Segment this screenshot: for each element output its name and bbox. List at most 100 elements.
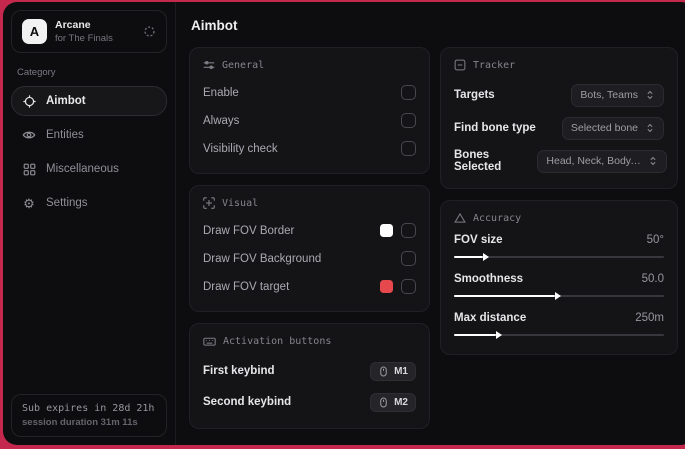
slider-fill <box>454 253 490 261</box>
sidebar-item-label: Miscellaneous <box>46 163 119 175</box>
smoothness-value: 50.0 <box>641 273 664 285</box>
visual-card: Visual Draw FOV Border Draw FOV Backgrou… <box>189 185 430 312</box>
general-card: General Enable Always Visibility check <box>189 47 430 174</box>
refresh-icon[interactable] <box>143 25 156 38</box>
draw-fov-target-checkbox[interactable] <box>401 279 416 294</box>
focus-plus-icon <box>203 197 215 209</box>
fov-target-color-swatch[interactable] <box>380 280 393 293</box>
select-value: Bots, Teams <box>580 89 638 101</box>
keybind-value: M2 <box>394 396 408 408</box>
setting-row: Draw FOV target <box>203 275 416 298</box>
card-title: Activation buttons <box>223 336 332 347</box>
keyboard-icon <box>203 337 216 346</box>
setting-label: Max distance <box>454 312 527 324</box>
slider-thumb[interactable] <box>483 253 490 261</box>
app-header: A Arcane for The Finals <box>11 10 167 53</box>
page-title: Aimbot <box>191 18 238 33</box>
chevron-updown-icon <box>650 156 656 166</box>
scan-box-icon <box>454 59 466 71</box>
fov-border-color-swatch[interactable] <box>380 224 393 237</box>
slider-fill <box>454 331 502 339</box>
grid-icon <box>22 162 36 176</box>
activation-card: Activation buttons First keybind M1 Seco… <box>189 323 430 429</box>
visual-card-header: Visual <box>203 197 416 209</box>
draw-fov-background-checkbox[interactable] <box>401 251 416 266</box>
card-title: Accuracy <box>473 212 522 224</box>
card-title: Visual <box>222 197 259 209</box>
sidebar-item-miscellaneous[interactable]: Miscellaneous <box>11 154 167 184</box>
crosshair-icon <box>22 94 36 108</box>
session-duration-text: session duration 31m 11s <box>22 417 138 428</box>
sidebar-item-label: Settings <box>46 197 88 209</box>
setting-row: Find bone type Selected bone <box>454 114 664 142</box>
fov-size-value: 50° <box>646 234 664 246</box>
sidebar-nav: Aimbot Entities Miscellaneous ⚙ Settings <box>11 86 167 394</box>
visibility-check-checkbox[interactable] <box>401 141 416 156</box>
fov-size-row: FOV size 50° <box>454 234 664 261</box>
targets-select[interactable]: Bots, Teams <box>571 83 664 107</box>
app-logo: A <box>22 19 47 44</box>
max-distance-slider[interactable] <box>454 331 664 339</box>
draw-fov-border-checkbox[interactable] <box>401 223 416 238</box>
sidebar-item-label: Entities <box>46 129 84 141</box>
setting-row: Second keybind M2 <box>203 389 416 415</box>
max-distance-value: 250m <box>635 312 664 324</box>
slider-thumb[interactable] <box>496 331 502 339</box>
chevron-updown-icon <box>647 90 653 100</box>
setting-label: Second keybind <box>203 396 292 408</box>
bones-selected-select[interactable]: Head, Neck, Body, Pe.. <box>537 149 668 173</box>
second-keybind-button[interactable]: M2 <box>370 392 416 412</box>
select-value: Head, Neck, Body, Pe.. <box>546 155 641 167</box>
chevron-updown-icon <box>647 123 653 133</box>
setting-row: Always <box>203 109 416 132</box>
sidebar-item-label: Aimbot <box>46 95 86 107</box>
setting-label: Always <box>203 114 240 127</box>
select-value: Selected bone <box>570 122 638 134</box>
setting-label: Enable <box>203 86 239 99</box>
mouse-icon <box>380 366 387 376</box>
slider-fill <box>454 292 561 300</box>
app-name: Arcane <box>55 19 91 32</box>
sub-expiry-text: Sub expires in 28d 21h <box>22 403 155 414</box>
setting-row: Draw FOV Border <box>203 219 416 242</box>
setting-row: Enable <box>203 81 416 104</box>
eye-icon <box>22 128 36 142</box>
setting-label: Visibility check <box>203 142 278 155</box>
find-bone-type-select[interactable]: Selected bone <box>561 116 664 140</box>
setting-label: Bones Selected <box>454 149 502 173</box>
first-keybind-button[interactable]: M1 <box>370 361 416 381</box>
sidebar-item-aimbot[interactable]: Aimbot <box>11 86 167 116</box>
always-checkbox[interactable] <box>401 113 416 128</box>
setting-label: Draw FOV Border <box>203 224 295 237</box>
card-title: Tracker <box>473 59 516 71</box>
gear-icon: ⚙ <box>23 195 35 211</box>
setting-row: Draw FOV Background <box>203 247 416 270</box>
category-label: Category <box>17 67 56 78</box>
fov-size-slider[interactable] <box>454 253 664 261</box>
setting-row: Bones Selected Head, Neck, Body, Pe.. <box>454 147 668 175</box>
setting-label: Draw FOV target <box>203 280 290 293</box>
accuracy-card-header: Accuracy <box>454 212 664 224</box>
smoothness-row: Smoothness 50.0 <box>454 273 664 300</box>
app-subtitle: for The Finals <box>55 32 113 44</box>
tracker-card-header: Tracker <box>454 59 664 71</box>
app-window: A Arcane for The Finals Category Aimbot <box>3 2 685 445</box>
triangle-icon <box>454 212 466 223</box>
slider-thumb[interactable] <box>554 292 561 300</box>
setting-label: FOV size <box>454 234 503 246</box>
card-title: General <box>222 59 265 71</box>
setting-label: Draw FOV Background <box>203 252 322 265</box>
keybind-value: M1 <box>394 365 408 377</box>
activation-card-header: Activation buttons <box>203 335 416 348</box>
main-content: Aimbot General Enable Always Visibility … <box>176 2 685 445</box>
mouse-icon <box>380 397 387 407</box>
setting-label: Smoothness <box>454 273 524 285</box>
sidebar-item-entities[interactable]: Entities <box>11 120 167 150</box>
accuracy-card: Accuracy FOV size 50° Smoothness 50.0 Ma… <box>440 200 678 355</box>
smoothness-slider[interactable] <box>454 292 664 300</box>
max-distance-row: Max distance 250m <box>454 312 664 339</box>
sidebar-item-settings[interactable]: ⚙ Settings <box>11 188 167 218</box>
enable-checkbox[interactable] <box>401 85 416 100</box>
setting-row: Targets Bots, Teams <box>454 81 664 109</box>
setting-row: First keybind M1 <box>203 358 416 384</box>
